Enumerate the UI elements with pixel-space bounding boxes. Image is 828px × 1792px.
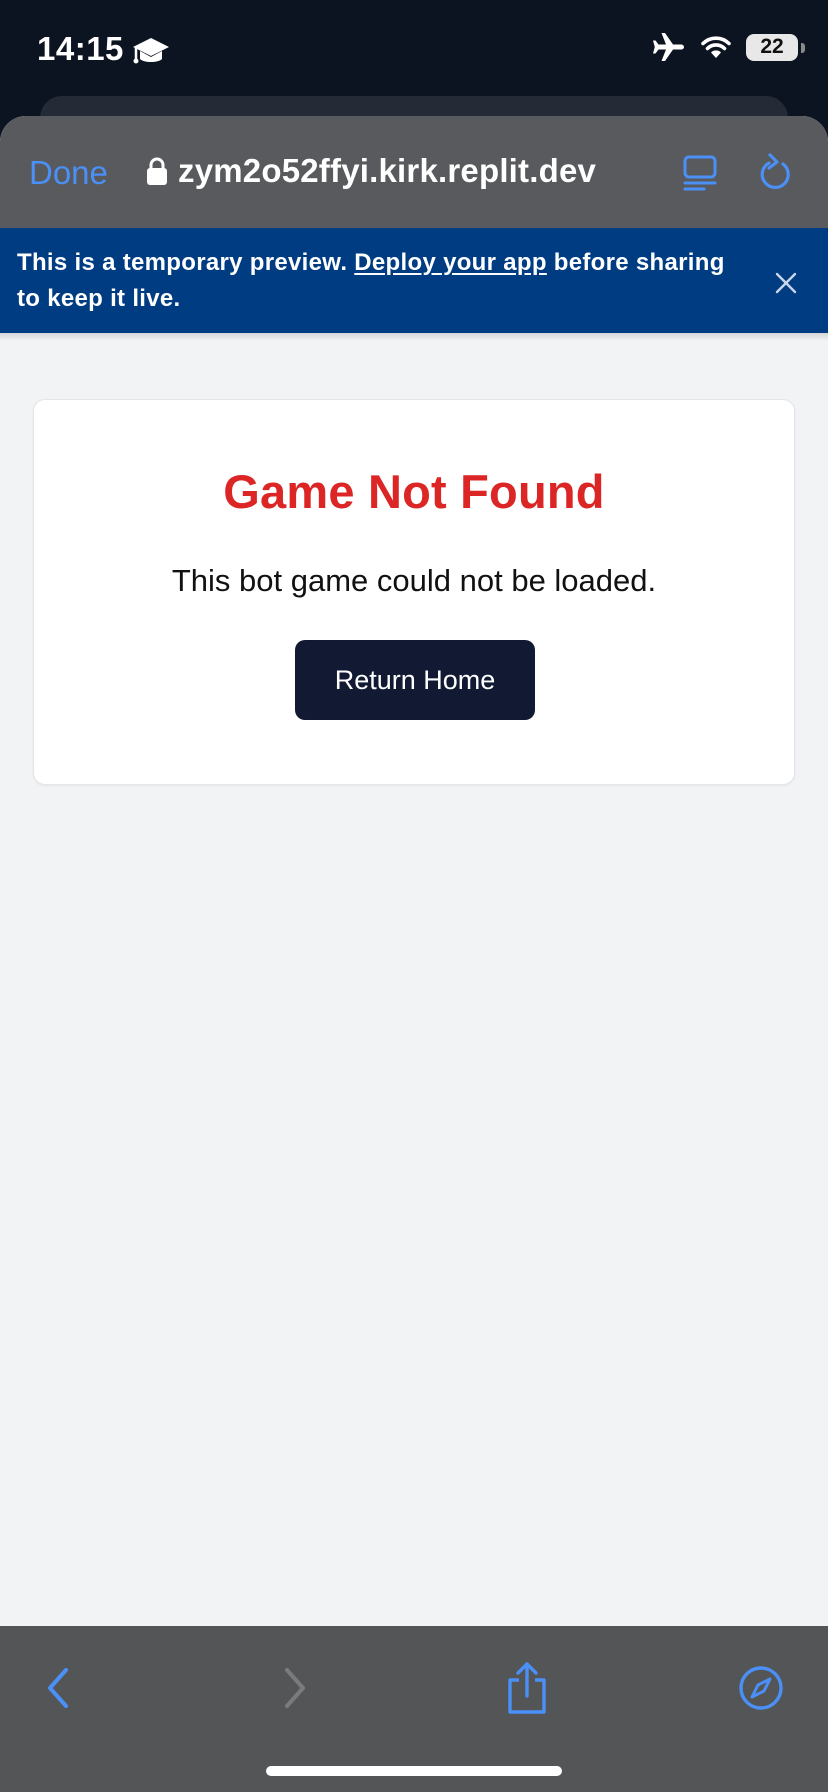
battery-nub <box>801 42 805 53</box>
forward-icon <box>285 1668 305 1708</box>
safari-button[interactable] <box>731 1658 791 1718</box>
error-message: This bot game could not be loaded. <box>171 563 657 598</box>
reader-mode-icon[interactable] <box>682 154 718 192</box>
graduation-cap-icon <box>133 38 169 64</box>
lock-icon <box>147 157 167 185</box>
share-button[interactable] <box>497 1658 557 1718</box>
url-text: zym2o52ffyi.kirk.replit.dev <box>178 152 597 189</box>
forward-button[interactable] <box>265 1658 325 1718</box>
back-button[interactable] <box>28 1658 88 1718</box>
screen: 14:15 22 Done zym2o52ffyi.kirk.replit.de… <box>0 0 828 1792</box>
reload-icon[interactable] <box>756 152 794 194</box>
close-icon[interactable] <box>774 271 798 295</box>
return-home-button[interactable]: Return Home <box>295 640 535 720</box>
browser-address-bar: Done zym2o52ffyi.kirk.replit.dev <box>0 116 828 228</box>
url-field[interactable]: zym2o52ffyi.kirk.replit.dev <box>146 152 596 190</box>
error-card: Game Not Found This bot game could not b… <box>33 399 795 785</box>
preview-banner: This is a temporary preview. Deploy your… <box>0 228 828 333</box>
deploy-app-link[interactable]: Deploy your app <box>354 249 547 276</box>
wifi-icon <box>701 36 731 58</box>
browser-toolbar <box>0 1626 828 1792</box>
banner-text-before: This is a temporary preview. <box>17 249 355 276</box>
home-indicator <box>266 1766 562 1776</box>
browser-sheet: Done zym2o52ffyi.kirk.replit.dev This is… <box>0 116 828 1792</box>
banner-message: This is a temporary preview. Deploy your… <box>17 245 737 317</box>
status-time: 14:15 <box>37 30 124 67</box>
status-bar: 14:15 22 <box>0 0 828 100</box>
compass-icon <box>739 1666 783 1710</box>
airplane-icon <box>653 33 684 61</box>
battery-level: 22 <box>760 35 784 58</box>
share-icon <box>508 1662 546 1714</box>
banner-shadow <box>0 333 828 341</box>
done-button[interactable]: Done <box>29 154 108 192</box>
back-icon <box>48 1668 68 1708</box>
battery-indicator: 22 <box>746 33 805 61</box>
error-title: Game Not Found <box>223 465 605 518</box>
status-icons: 22 <box>652 32 805 62</box>
